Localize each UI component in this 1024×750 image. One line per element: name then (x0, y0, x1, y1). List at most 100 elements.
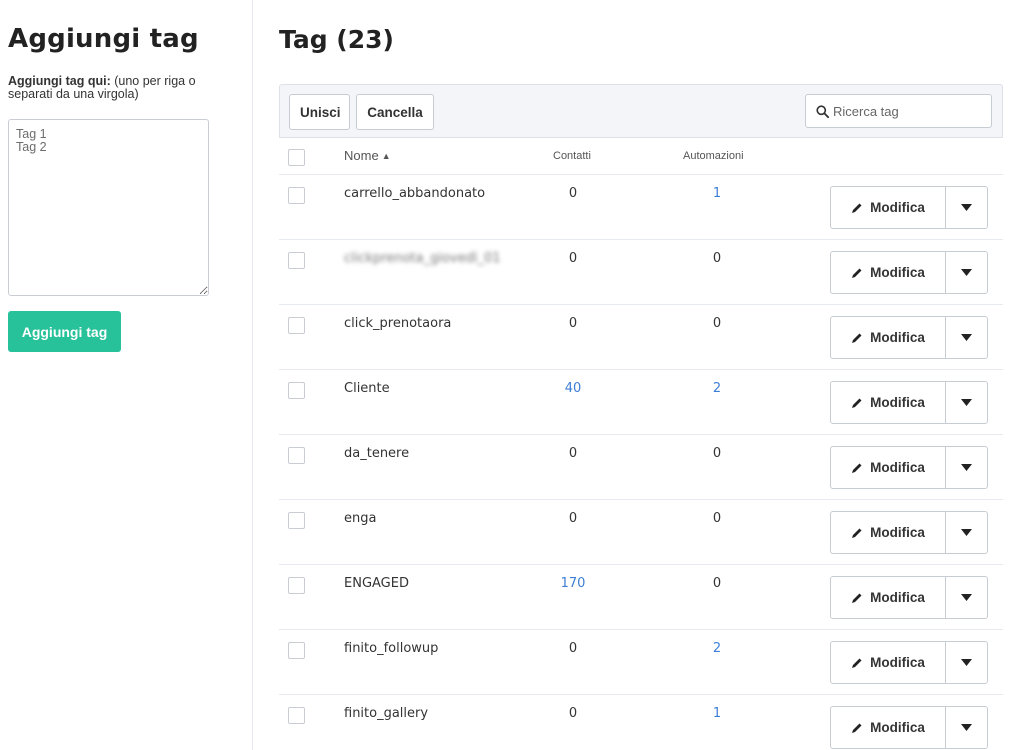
contacts-count: 0 (568, 446, 578, 461)
edit-button[interactable]: Modifica (830, 381, 946, 424)
table-row: da_tenere 0 0 Modifica (279, 435, 1003, 500)
caret-down-icon (961, 269, 972, 276)
search-box[interactable] (805, 94, 992, 128)
row-checkbox[interactable] (288, 187, 305, 204)
contacts-count: 170 (560, 576, 586, 591)
tag-name: da_tenere (344, 446, 410, 461)
actions-dropdown-button[interactable] (945, 446, 988, 489)
edit-label: Modifica (870, 525, 925, 540)
actions-dropdown-button[interactable] (945, 186, 988, 229)
row-checkbox[interactable] (288, 317, 305, 334)
row-actions: Modifica (830, 576, 988, 619)
actions-dropdown-button[interactable] (945, 706, 988, 749)
row-checkbox[interactable] (288, 707, 305, 724)
row-actions: Modifica (830, 316, 988, 359)
row-actions: Modifica (830, 641, 988, 684)
automations-count: 0 (712, 251, 722, 266)
table-row: finito_gallery 0 1 Modifica (279, 695, 1003, 750)
merge-button[interactable]: Unisci (289, 94, 350, 130)
tag-name: finito_followup (344, 641, 439, 656)
row-actions: Modifica (830, 186, 988, 229)
caret-down-icon (961, 659, 972, 666)
row-checkbox[interactable] (288, 577, 305, 594)
edit-button[interactable]: Modifica (830, 511, 946, 554)
edit-button[interactable]: Modifica (830, 446, 946, 489)
row-actions: Modifica (830, 511, 988, 554)
pencil-icon (852, 658, 862, 668)
row-checkbox[interactable] (288, 642, 305, 659)
edit-label: Modifica (870, 395, 925, 410)
table-row: ENGAGED 170 0 Modifica (279, 565, 1003, 630)
tag-name: carrello_abbandonato (344, 186, 486, 201)
automations-count: 0 (712, 446, 722, 461)
column-name-label: Nome (344, 148, 379, 163)
contacts-count: 0 (568, 706, 578, 721)
tag-name: click_prenotaora (344, 316, 452, 331)
tag-name: Cliente (344, 381, 390, 396)
edit-label: Modifica (870, 200, 925, 215)
edit-button[interactable]: Modifica (830, 706, 946, 749)
edit-label: Modifica (870, 460, 925, 475)
edit-label: Modifica (870, 655, 925, 670)
pencil-icon (852, 723, 862, 733)
search-input[interactable] (833, 103, 983, 119)
automations-count: 2 (712, 641, 722, 656)
actions-dropdown-button[interactable] (945, 641, 988, 684)
edit-button[interactable]: Modifica (830, 316, 946, 359)
add-tag-help: Aggiungi tag qui: (uno per riga o separa… (8, 75, 238, 101)
caret-down-icon (961, 204, 972, 211)
pencil-icon (852, 333, 862, 343)
actions-dropdown-button[interactable] (945, 576, 988, 619)
contacts-count: 0 (568, 511, 578, 526)
pencil-icon (852, 593, 862, 603)
pencil-icon (852, 203, 862, 213)
pencil-icon (852, 268, 862, 278)
edit-label: Modifica (870, 720, 925, 735)
table-header: Nome ▲ Contatti Automazioni (279, 138, 1003, 175)
automations-count: 0 (712, 576, 722, 591)
column-header-automations: Automazioni (683, 150, 744, 162)
select-all-checkbox[interactable] (288, 149, 305, 166)
automations-count: 1 (712, 706, 722, 721)
row-checkbox[interactable] (288, 252, 305, 269)
automations-count: 1 (712, 186, 722, 201)
edit-button[interactable]: Modifica (830, 641, 946, 684)
table-row: carrello_abbandonato 0 1 Modifica (279, 175, 1003, 240)
row-checkbox[interactable] (288, 447, 305, 464)
edit-label: Modifica (870, 590, 925, 605)
contacts-count: 0 (568, 186, 578, 201)
contacts-count: 0 (568, 251, 578, 266)
row-actions: Modifica (830, 251, 988, 294)
delete-button[interactable]: Cancella (356, 94, 434, 130)
contacts-count: 0 (568, 316, 578, 331)
add-tag-help-bold: Aggiungi tag qui: (8, 74, 111, 88)
row-checkbox[interactable] (288, 512, 305, 529)
table-row: finito_followup 0 2 Modifica (279, 630, 1003, 695)
table-row: clickprenota_giovedì_01 0 0 Modifica (279, 240, 1003, 305)
edit-button[interactable]: Modifica (830, 576, 946, 619)
tag-name: ENGAGED (344, 576, 409, 591)
row-checkbox[interactable] (288, 382, 305, 399)
column-header-name[interactable]: Nome ▲ (344, 148, 391, 163)
add-tag-button[interactable]: Aggiungi tag (8, 311, 121, 352)
pencil-icon (852, 463, 862, 473)
edit-button[interactable]: Modifica (830, 186, 946, 229)
tags-table: Unisci Cancella Nome▲ Contatti Automazio… (279, 84, 1003, 750)
actions-dropdown-button[interactable] (945, 511, 988, 554)
edit-button[interactable]: Modifica (830, 251, 946, 294)
actions-dropdown-button[interactable] (945, 251, 988, 294)
actions-dropdown-button[interactable] (945, 316, 988, 359)
automations-count: 0 (712, 511, 722, 526)
column-header-contacts: Contatti (553, 150, 591, 162)
caret-down-icon (961, 724, 972, 731)
search-icon (816, 104, 829, 118)
add-tag-panel: Aggiungi tag Aggiungi tag qui: (uno per … (0, 0, 253, 750)
actions-dropdown-button[interactable] (945, 381, 988, 424)
add-tag-title: Aggiungi tag (8, 24, 199, 54)
tags-textarea[interactable] (8, 119, 209, 296)
row-actions: Modifica (830, 446, 988, 489)
table-row: click_prenotaora 0 0 Modifica (279, 305, 1003, 370)
table-row: enga 0 0 Modifica (279, 500, 1003, 565)
caret-down-icon (961, 529, 972, 536)
contacts-count: 0 (568, 641, 578, 656)
